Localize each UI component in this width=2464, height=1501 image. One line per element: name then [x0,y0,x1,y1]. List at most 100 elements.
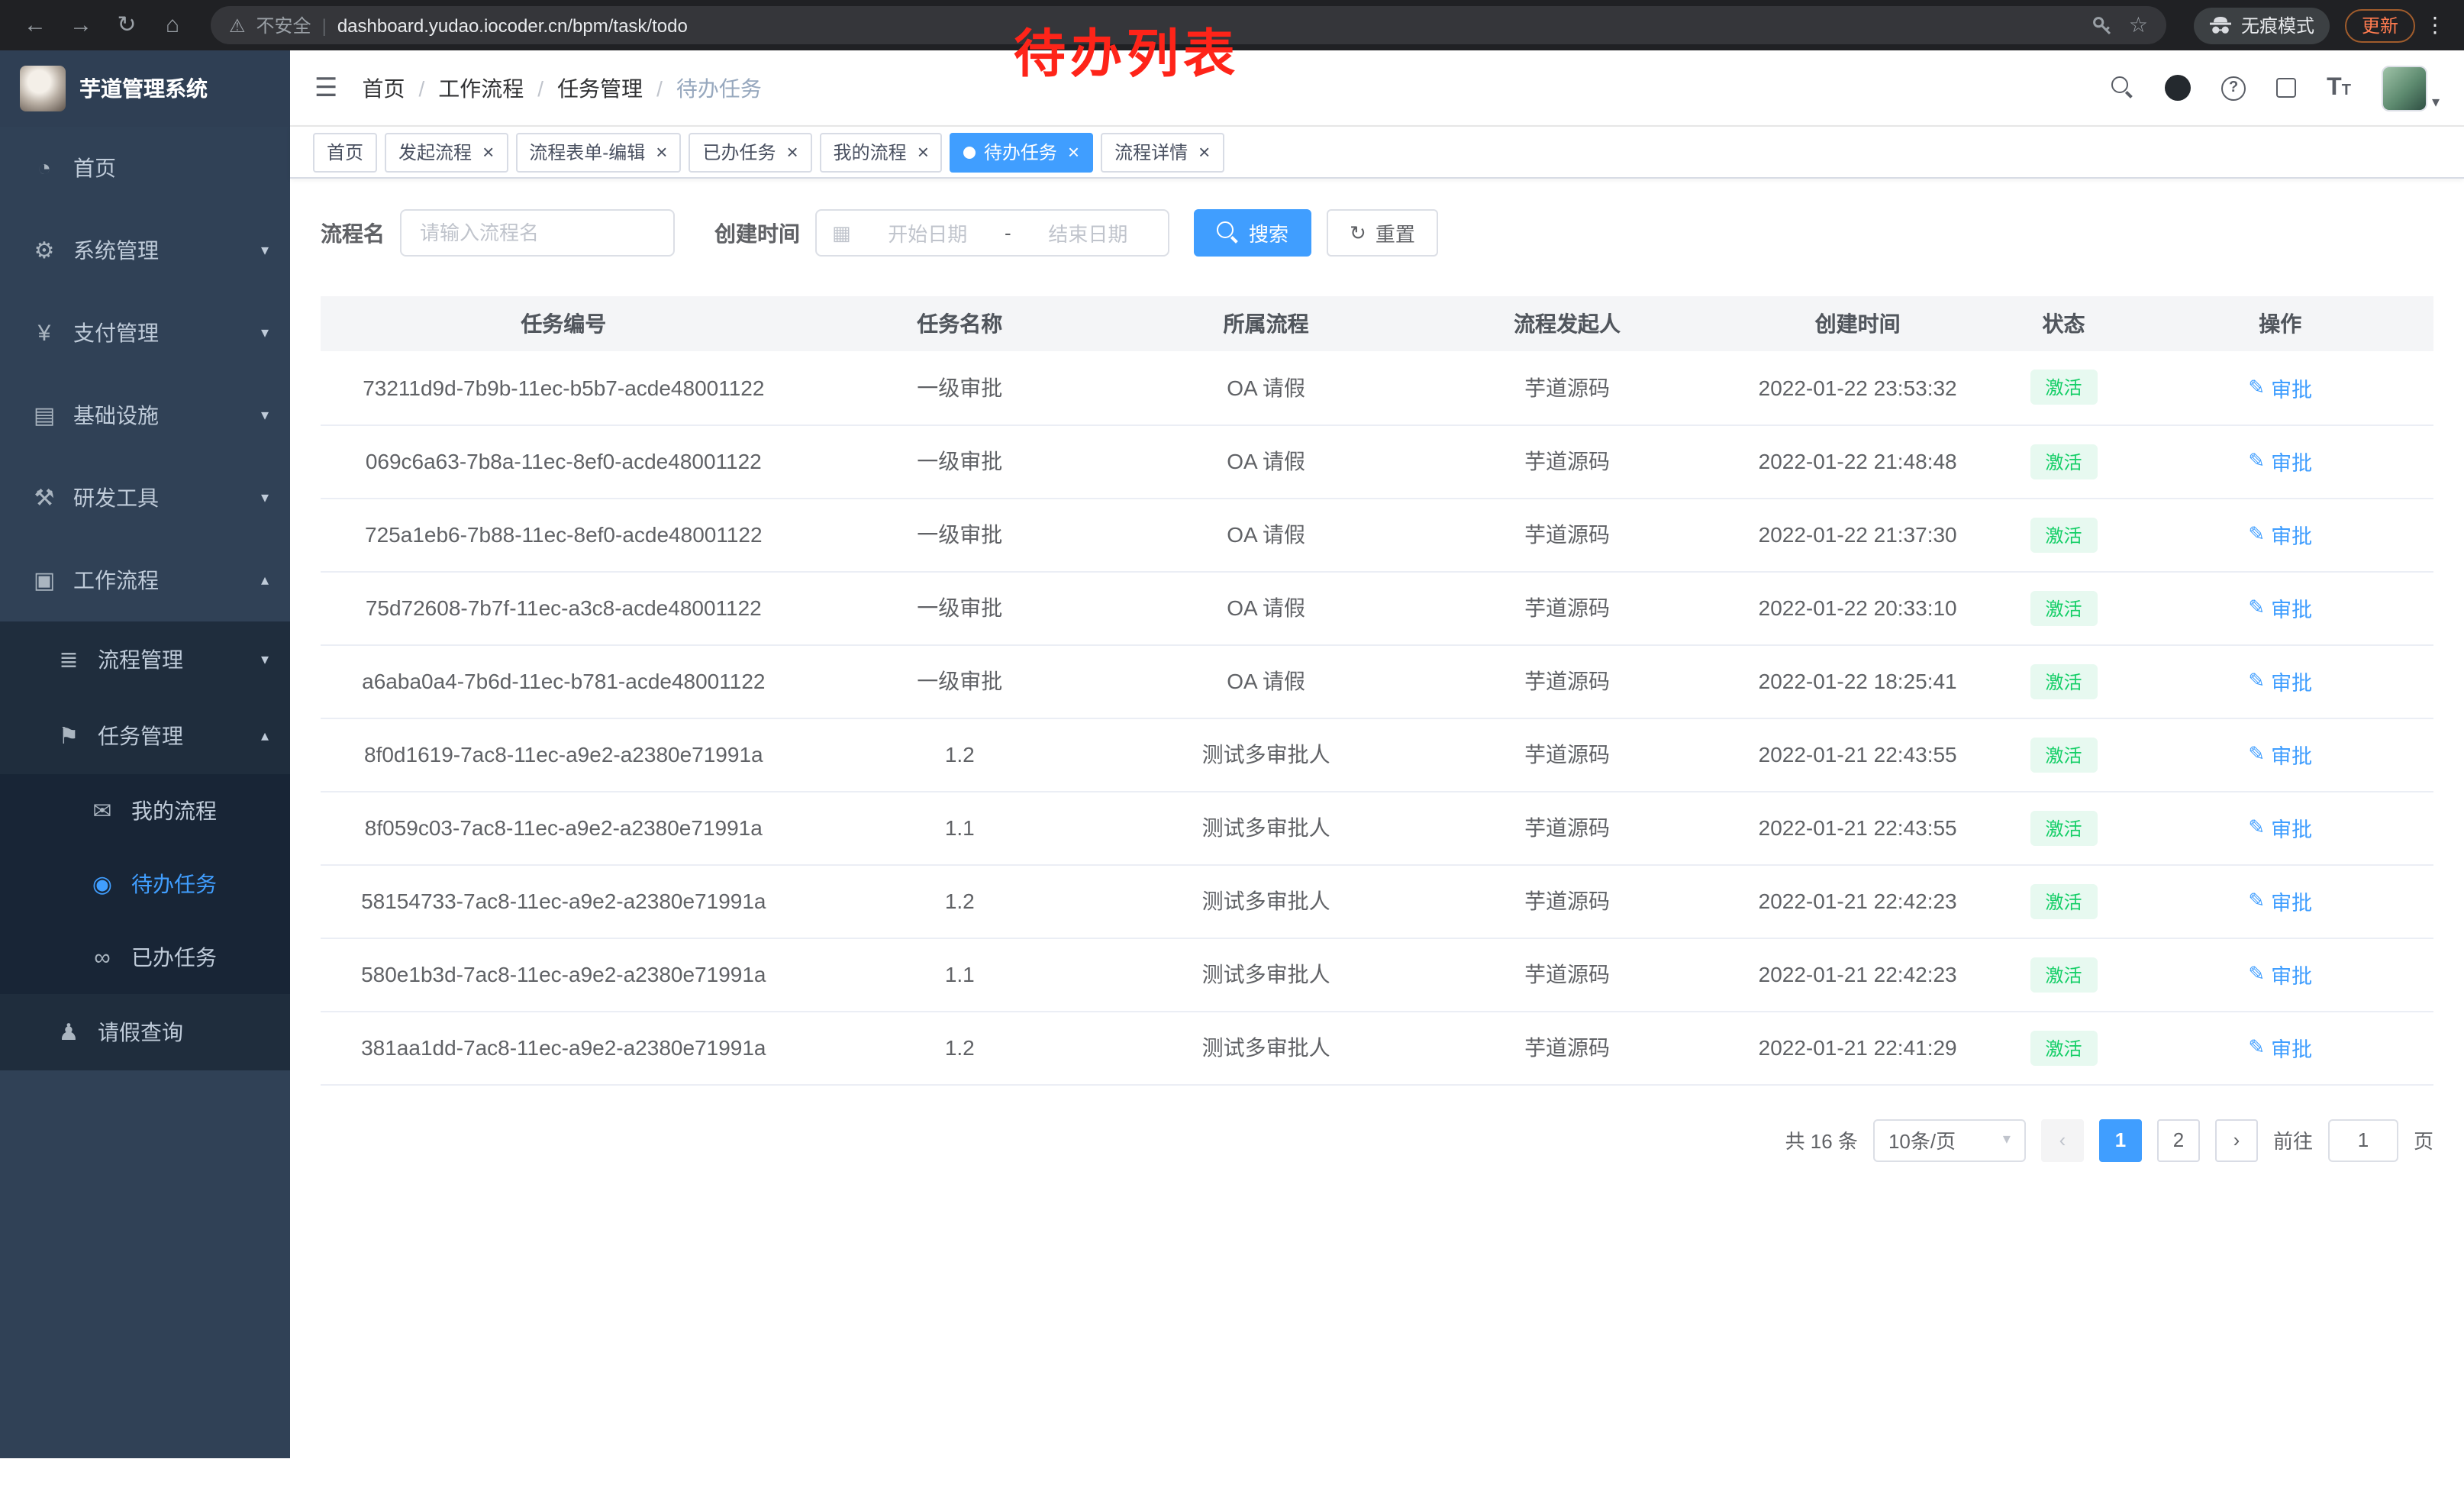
workflow-submenu: ≣ 流程管理 ▾ ⚑ 任务管理 ▴ ✉ 我的流程 ◉ 待办任务 [0,621,290,1070]
help-icon[interactable]: ? [2221,76,2246,100]
cell-task-id: 580e1b3d-7ac8-11ec-a9e2-a2380e71991a [321,938,807,1011]
tab-2[interactable]: 流程表单-编辑 × [515,132,681,172]
page-button-1[interactable]: 1 [2099,1118,2142,1161]
approve-link[interactable]: ✎ 审批 [2248,373,2312,403]
sidebar-item-workflow[interactable]: ▣ 工作流程 ▴ [0,539,290,621]
browser-menu-icon[interactable]: ⋮ [2421,12,2449,38]
browser-home-icon[interactable]: ⌂ [153,5,192,45]
sidebar-item-my-process[interactable]: ✉ 我的流程 [0,774,290,847]
sidebar-item-done-task[interactable]: ∞ 已办任务 [0,921,290,994]
sidebar-item-leave-query[interactable]: ♟ 请假查询 [0,994,290,1070]
cell-actions: ✎ 审批 [2127,424,2433,498]
page-size-select[interactable]: 10条/页 ▾ [1873,1118,2026,1161]
cell-task-id: a6aba0a4-7b6d-11ec-b781-acde48001122 [321,644,807,718]
sidebar-item-label: 待办任务 [131,869,217,899]
cell-actions: ✎ 审批 [2127,1011,2433,1084]
tab-close-icon[interactable]: × [1068,142,1079,162]
approve-link[interactable]: ✎ 审批 [2248,739,2312,770]
breadcrumb-home[interactable]: 首页 [363,73,405,103]
cell-created: 2022-01-21 22:41:29 [1715,1011,2001,1084]
cell-process: OA 请假 [1113,571,1419,644]
browser-reload-icon[interactable]: ↻ [107,5,147,45]
search-icon[interactable] [2111,76,2134,99]
incognito-label: 无痕模式 [2241,12,2314,38]
status-badge: 激活 [2030,1030,2097,1065]
avatar[interactable] [2382,65,2427,111]
approve-link[interactable]: ✎ 审批 [2248,519,2312,550]
sidebar-item-todo-task[interactable]: ◉ 待办任务 [0,847,290,921]
reset-button[interactable]: ↻ 重置 [1327,209,1438,257]
goto-page-input[interactable] [2328,1118,2398,1161]
tab-5[interactable]: 待办任务× [950,132,1093,172]
key-icon[interactable] [2092,15,2114,36]
bookmark-star-icon[interactable]: ☆ [2129,12,2148,38]
date-range-picker[interactable]: ▦ 开始日期 - 结束日期 [815,209,1169,257]
search-button[interactable]: 搜索 [1194,209,1311,257]
github-icon[interactable] [2165,75,2191,101]
browser-back-icon[interactable]: ← [15,5,55,45]
cell-task-name: 一级审批 [807,351,1113,424]
page-button-2[interactable]: 2 [2157,1118,2200,1161]
tab-0[interactable]: 首页 [313,132,377,172]
tab-6[interactable]: 流程详情× [1101,132,1224,172]
sidebar-item-label: 已办任务 [131,942,217,973]
sidebar-item-devtools[interactable]: ⚒ 研发工具 ▾ [0,457,290,539]
approve-link[interactable]: ✎ 审批 [2248,1032,2312,1063]
prev-page-button[interactable]: ‹ [2041,1118,2084,1161]
sidebar-item-system[interactable]: ⚙ 系统管理 ▾ [0,209,290,292]
cell-process: OA 请假 [1113,351,1419,424]
cell-initiator: 芋道源码 [1419,864,1715,938]
tab-close-icon[interactable]: × [918,142,929,162]
sidebar-item-process-management[interactable]: ≣ 流程管理 ▾ [0,621,290,698]
app-logo[interactable]: 芋道管理系统 [0,50,290,127]
chevron-down-icon: ▾ [261,324,269,341]
dashboard-icon: ◔ [31,155,58,181]
url-text[interactable]: dashboard.yudao.iocoder.cn/bpm/task/todo [337,15,688,36]
sidebar-toggle-icon[interactable]: ☰ [314,73,338,103]
cell-created: 2022-01-22 21:37:30 [1715,498,2001,571]
approve-link[interactable]: ✎ 审批 [2248,446,2312,476]
approve-link[interactable]: ✎ 审批 [2248,812,2312,843]
tab-label: 流程表单-编辑 [529,139,645,165]
tab-close-icon[interactable]: × [482,142,494,162]
approve-link[interactable]: ✎ 审批 [2248,666,2312,696]
tab-close-icon[interactable]: × [1198,142,1210,162]
status-badge: 激活 [2030,663,2097,699]
approve-link[interactable]: ✎ 审批 [2248,886,2312,916]
tab-close-icon[interactable]: × [786,142,798,162]
tab-4[interactable]: 我的流程× [820,132,943,172]
not-secure-label[interactable]: 不安全 [256,12,311,38]
tab-3[interactable]: 已办任务× [689,132,811,172]
browser-forward-icon[interactable]: → [61,5,101,45]
sidebar-item-payment[interactable]: ¥ 支付管理 ▾ [0,292,290,374]
breadcrumb-workflow[interactable]: 工作流程 [438,73,524,103]
tab-close-icon[interactable]: × [656,142,667,162]
approve-link[interactable]: ✎ 审批 [2248,959,2312,989]
cell-task-id: 069c6a63-7b8a-11ec-8ef0-acde48001122 [321,424,807,498]
cell-task-name: 1.1 [807,791,1113,864]
user-menu[interactable]: ▾ [2382,65,2440,111]
cell-created: 2022-01-22 18:25:41 [1715,644,2001,718]
sidebar-item-task-management[interactable]: ⚑ 任务管理 ▴ [0,698,290,774]
breadcrumb: 首页 / 工作流程 / 任务管理 / 待办任务 [363,73,762,103]
sidebar-item-home[interactable]: ◔ 首页 [0,127,290,209]
cell-created: 2022-01-21 22:42:23 [1715,938,2001,1011]
cell-task-name: 1.2 [807,864,1113,938]
sidebar-item-infrastructure[interactable]: ▤ 基础设施 ▾ [0,374,290,457]
yen-icon: ¥ [31,320,58,346]
filter-bar: 流程名 创建时间 ▦ 开始日期 - 结束日期 搜索 ↻ [321,209,2433,257]
breadcrumb-task-management[interactable]: 任务管理 [557,73,643,103]
browser-update-button[interactable]: 更新 [2345,8,2415,42]
next-page-button[interactable]: › [2215,1118,2258,1161]
fullscreen-icon[interactable] [2276,78,2296,98]
table-row: 8f059c03-7ac8-11ec-a9e2-a2380e71991a 1.1… [321,791,2433,864]
goto-label: 前往 [2273,1125,2313,1154]
process-name-input[interactable] [400,209,675,257]
font-size-icon[interactable]: TT [2327,74,2351,102]
approve-link[interactable]: ✎ 审批 [2248,592,2312,623]
cell-created: 2022-01-21 22:42:23 [1715,864,2001,938]
tab-1[interactable]: 发起流程× [385,132,508,172]
cell-task-id: 75d72608-7b7f-11ec-a3c8-acde48001122 [321,571,807,644]
cell-actions: ✎ 审批 [2127,571,2433,644]
col-task-id: 任务编号 [321,296,807,351]
